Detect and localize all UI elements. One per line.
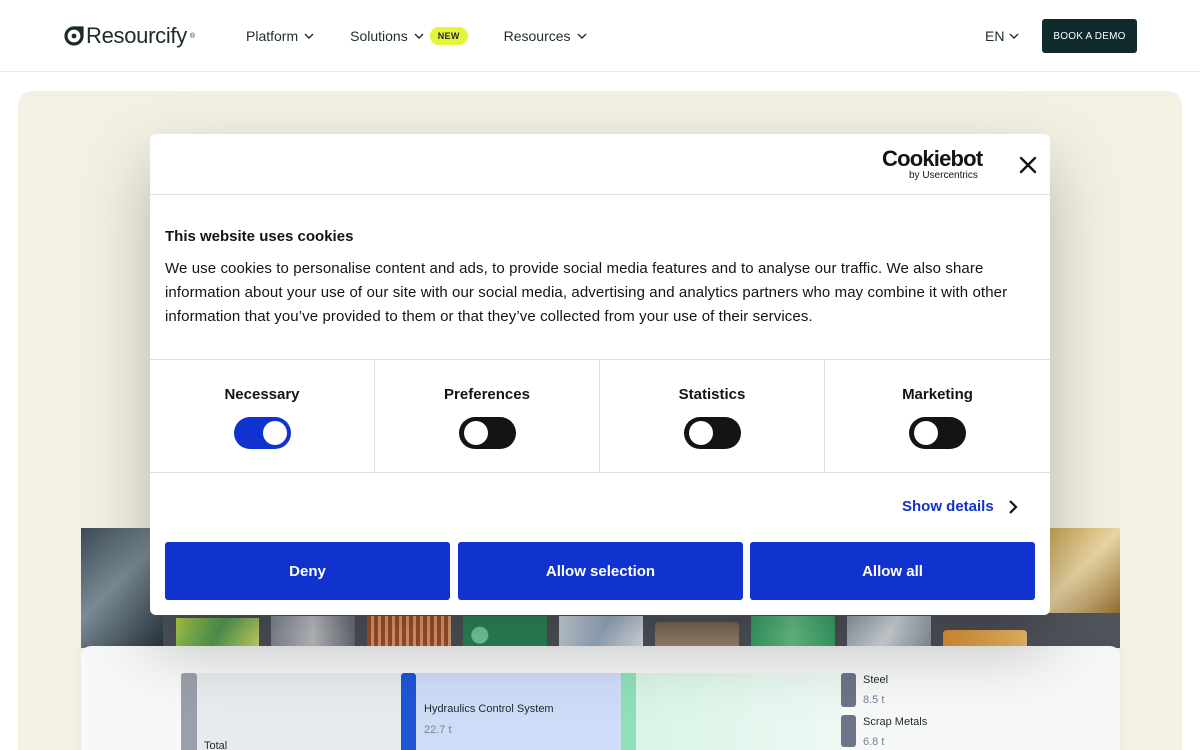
site-header: Resourcify ® Platform Solutions NEW Reso… [0, 0, 1200, 72]
category-label: Preferences [444, 386, 530, 403]
show-details-link[interactable]: Show details [902, 498, 1018, 515]
node-total-label: Total [204, 740, 228, 750]
photo-copper-wire [367, 616, 451, 648]
node-scrap-bar [841, 715, 856, 747]
flow-band-green [636, 673, 841, 750]
chevron-right-icon [1008, 499, 1018, 514]
category-preferences: Preferences [375, 360, 600, 472]
node-steel-label: Steel [863, 674, 889, 686]
chevron-down-icon [304, 33, 314, 39]
main-nav: Platform Solutions NEW Resources [246, 24, 623, 48]
resourcify-logo[interactable]: Resourcify ® [64, 23, 196, 48]
cookie-dialog-title: This website uses cookies [165, 228, 354, 245]
toggle-knob [689, 421, 713, 445]
cookiebot-logo: Cookiebot by Usercentrics [882, 148, 986, 182]
photo-machinery [1039, 528, 1120, 613]
toggle-knob [914, 421, 938, 445]
toggle-knob [263, 421, 287, 445]
cookiebot-brand: Cookiebot [882, 146, 983, 171]
close-icon[interactable] [1018, 155, 1038, 175]
sankey-chart-preview: Total Hydraulics Control System 22.7 t S… [81, 646, 1120, 750]
photo-green-glass [176, 618, 259, 648]
photo-plastic-bottles [559, 616, 643, 648]
new-badge: NEW [429, 27, 468, 45]
logo-text: Resourcify [86, 23, 187, 48]
category-label: Statistics [678, 386, 746, 403]
photo-batteries [463, 616, 547, 648]
node-hydraulics-bar [401, 673, 416, 750]
node-scrap-label: Scrap Metals [863, 716, 928, 728]
toggle-preferences[interactable] [459, 417, 516, 449]
cookie-dialog-body: We use cookies to personalise content an… [165, 260, 1008, 325]
category-label: Necessary [224, 386, 300, 403]
chevron-down-icon [414, 33, 424, 39]
nav-label-resources: Resources [503, 28, 571, 44]
show-details-label: Show details [902, 498, 994, 515]
toggle-knob [464, 421, 488, 445]
language-label: EN [985, 28, 1005, 44]
node-green-bar [621, 673, 636, 750]
language-selector[interactable]: EN [985, 24, 1019, 48]
nav-label-solutions: Solutions [350, 28, 408, 44]
nav-item-platform[interactable]: Platform [246, 28, 314, 44]
category-marketing: Marketing [825, 360, 1050, 472]
cookie-consent-dialog: Cookiebot by Usercentrics This website u… [150, 134, 1050, 615]
category-necessary: Necessary [150, 360, 375, 472]
toggle-statistics[interactable] [684, 417, 741, 449]
node-hydraulics-label: Hydraulics Control System [424, 703, 554, 715]
allow-selection-button[interactable]: Allow selection [458, 542, 743, 600]
node-steel-value: 8.5 t [863, 694, 885, 706]
book-demo-button[interactable]: BOOK A DEMO [1042, 19, 1137, 53]
photo-green-plastic [751, 616, 835, 648]
cookie-categories: Necessary Preferences Statistics Marketi… [150, 359, 1050, 473]
cookie-dialog-header: Cookiebot by Usercentrics [150, 134, 1050, 195]
category-statistics: Statistics [600, 360, 825, 472]
node-hydraulics-value: 22.7 t [424, 724, 452, 736]
logo-registered-mark: ® [189, 32, 196, 40]
node-total-bar [181, 673, 197, 750]
node-steel-bar [841, 673, 856, 707]
nav-item-resources[interactable]: Resources [504, 28, 587, 44]
cookiebot-brand-sub: by Usercentrics [909, 170, 978, 181]
category-label: Marketing [902, 386, 973, 403]
photo-wood [655, 622, 739, 648]
nav-label-platform: Platform [246, 28, 299, 44]
photo-aluminium [847, 616, 931, 648]
chevron-down-icon [577, 33, 587, 39]
node-scrap-value: 6.8 t [863, 736, 885, 748]
toggle-necessary[interactable] [234, 417, 291, 449]
toggle-marketing[interactable] [909, 417, 966, 449]
photo-metal-parts [271, 616, 355, 648]
allow-all-button[interactable]: Allow all [750, 542, 1035, 600]
chevron-down-icon [1009, 33, 1019, 39]
logo-icon [64, 26, 84, 46]
flow-band-total [197, 673, 401, 750]
nav-item-solutions[interactable]: Solutions NEW [350, 27, 468, 45]
deny-button[interactable]: Deny [165, 542, 450, 600]
